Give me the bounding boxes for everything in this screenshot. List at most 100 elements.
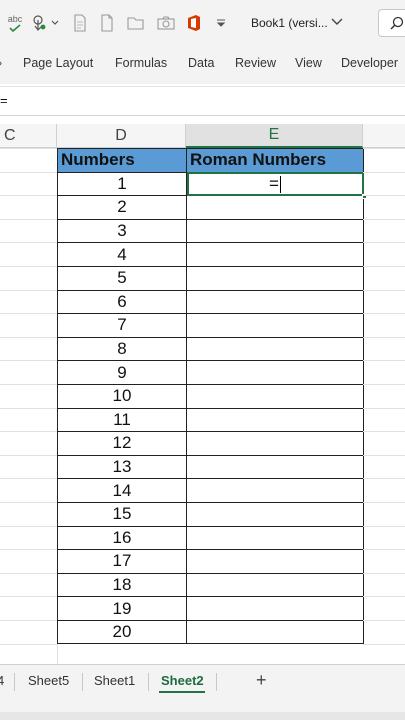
- sheet-tab-sheet1[interactable]: Sheet1: [94, 673, 135, 688]
- number-cell[interactable]: 17: [57, 549, 187, 574]
- add-sheet-button[interactable]: +: [256, 670, 267, 691]
- table-row: 8: [57, 336, 364, 362]
- formula-bar-content[interactable]: =: [0, 93, 8, 108]
- sheet-separator: [216, 673, 217, 691]
- camera-icon[interactable]: [156, 12, 176, 34]
- column-header-f[interactable]: [363, 124, 405, 148]
- roman-number-cell[interactable]: [186, 549, 364, 574]
- roman-number-cell[interactable]: [186, 360, 364, 385]
- gridline: [0, 407, 57, 409]
- roman-number-cell[interactable]: [186, 195, 364, 220]
- number-cell[interactable]: 8: [57, 336, 187, 362]
- table-row: 4: [57, 242, 364, 267]
- roman-number-cell[interactable]: [186, 407, 364, 433]
- table-row: 13: [57, 454, 364, 480]
- roman-number-cell[interactable]: [186, 454, 364, 480]
- gridline: [0, 454, 57, 456]
- roman-number-cell[interactable]: [186, 218, 364, 244]
- number-cell[interactable]: 12: [57, 431, 187, 456]
- gridline: [0, 525, 57, 527]
- table-row: 14: [57, 478, 364, 503]
- number-cell[interactable]: 18: [57, 572, 187, 598]
- gridline: [0, 431, 57, 433]
- gridline: [0, 171, 57, 173]
- column-header-c[interactable]: C: [0, 124, 57, 148]
- column-header-e[interactable]: E: [186, 124, 363, 148]
- number-cell[interactable]: 7: [57, 313, 187, 338]
- header-numbers[interactable]: Numbers: [57, 148, 187, 173]
- roman-number-cell[interactable]: [186, 265, 364, 291]
- roman-number-cell[interactable]: [186, 619, 364, 645]
- search-box[interactable]: [378, 9, 405, 37]
- roman-number-cell[interactable]: [186, 313, 364, 338]
- number-cell[interactable]: 11: [57, 407, 187, 433]
- roman-number-cell[interactable]: [186, 596, 364, 621]
- roman-number-cell[interactable]: [186, 501, 364, 527]
- gridline: [363, 596, 405, 598]
- number-cell[interactable]: 20: [57, 619, 187, 645]
- gridline: [0, 195, 57, 197]
- number-cell[interactable]: 9: [57, 360, 187, 385]
- number-cell[interactable]: 10: [57, 383, 187, 409]
- table-row: 1 =: [57, 171, 367, 200]
- customize-qat-icon[interactable]: [214, 12, 228, 34]
- tab-page-layout[interactable]: Page Layout: [23, 56, 93, 70]
- gridline: [363, 549, 405, 551]
- chevron-down-icon[interactable]: [50, 12, 60, 34]
- number-cell[interactable]: 16: [57, 525, 187, 551]
- gridline: [0, 360, 57, 362]
- sheet-tab-sheet2[interactable]: Sheet2: [161, 673, 204, 688]
- text-cursor: [279, 175, 281, 193]
- active-cell[interactable]: =: [186, 171, 367, 200]
- chevron-down-icon[interactable]: [331, 17, 343, 27]
- print-preview-icon[interactable]: [71, 12, 89, 34]
- number-cell[interactable]: 3: [57, 218, 187, 244]
- table-header-row: Numbers Roman Numbers: [57, 148, 364, 173]
- spelling-icon[interactable]: abc: [4, 12, 26, 34]
- number-cell[interactable]: 5: [57, 265, 187, 291]
- new-file-icon[interactable]: [98, 12, 116, 34]
- number-cell[interactable]: 13: [57, 454, 187, 480]
- table-row: 10: [57, 383, 364, 409]
- sheet-separator: [14, 673, 15, 691]
- tab-data[interactable]: Data: [188, 56, 214, 70]
- search-icon: [390, 16, 404, 30]
- tab-review[interactable]: Review: [235, 56, 276, 70]
- roman-number-cell[interactable]: [186, 478, 364, 503]
- number-cell[interactable]: 19: [57, 596, 187, 621]
- number-cell[interactable]: 2: [57, 195, 187, 220]
- table-row: 16: [57, 525, 364, 551]
- tab-formulas[interactable]: Formulas: [115, 56, 167, 70]
- open-file-icon[interactable]: [126, 12, 146, 34]
- table-row: 18: [57, 572, 364, 598]
- number-cell[interactable]: 14: [57, 478, 187, 503]
- worksheet-grid[interactable]: C D E Numbers Roman Numbers 1 = 2 3 4 5 6 7 8 9 10…: [0, 124, 405, 664]
- number-cell[interactable]: 1: [57, 171, 187, 197]
- roman-number-cell[interactable]: [186, 336, 364, 362]
- number-cell[interactable]: 4: [57, 242, 187, 267]
- column-header-d[interactable]: D: [57, 124, 186, 148]
- formula-bar[interactable]: =: [0, 86, 405, 116]
- gridline: [0, 289, 57, 291]
- sheet-tab-sheet5[interactable]: Sheet5: [28, 673, 69, 688]
- roman-number-cell[interactable]: [186, 289, 364, 315]
- number-cell[interactable]: 6: [57, 289, 187, 315]
- gridline: [363, 336, 405, 338]
- tab-developer[interactable]: Developer: [341, 56, 398, 70]
- gridline: [363, 313, 405, 315]
- tab-view[interactable]: View: [295, 56, 322, 70]
- number-cell[interactable]: 15: [57, 501, 187, 527]
- gridline: [363, 360, 405, 362]
- gridline: [363, 289, 405, 291]
- roman-number-cell[interactable]: [186, 383, 364, 409]
- sheet-tab-4[interactable]: 4: [0, 673, 4, 688]
- touch-mode-icon[interactable]: [30, 12, 48, 34]
- roman-number-cell[interactable]: [186, 525, 364, 551]
- roman-number-cell[interactable]: [186, 572, 364, 598]
- document-title[interactable]: Book1 (versi...: [251, 16, 328, 30]
- header-roman-numbers[interactable]: Roman Numbers: [186, 148, 364, 173]
- roman-number-cell[interactable]: [186, 431, 364, 456]
- ribbon-left-arrow[interactable]: ›: [0, 56, 2, 70]
- roman-number-cell[interactable]: [186, 242, 364, 267]
- office-icon[interactable]: [184, 12, 204, 34]
